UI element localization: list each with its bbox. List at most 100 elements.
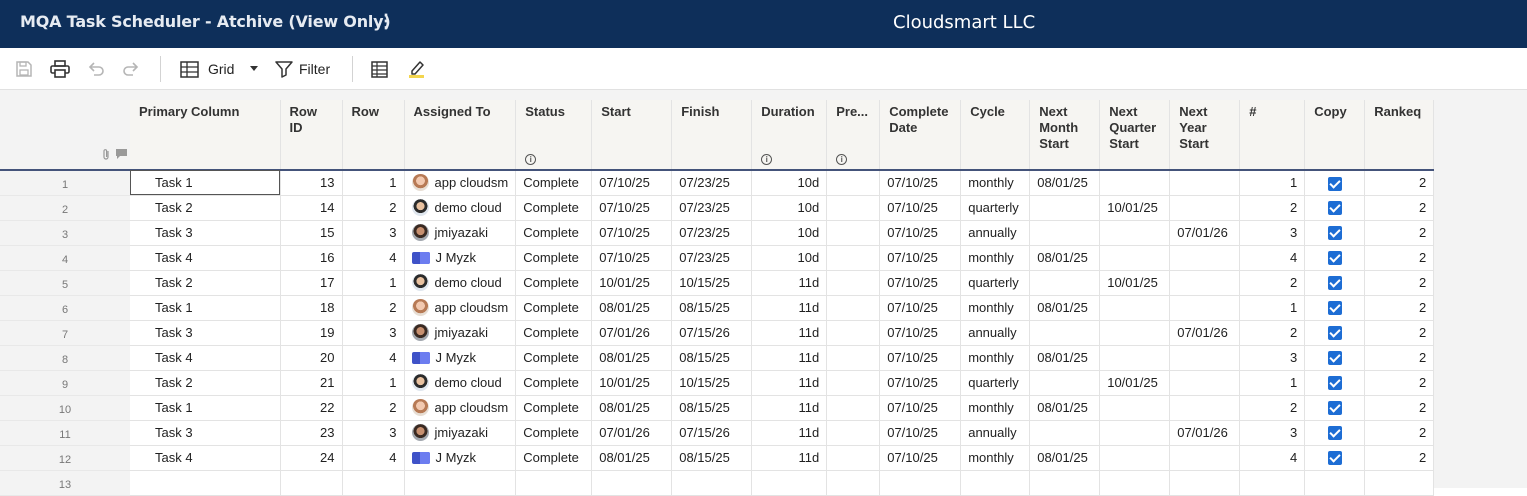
cell-row[interactable]: 1 bbox=[342, 370, 405, 396]
cell-cycle[interactable]: annually bbox=[960, 420, 1031, 446]
filter-button[interactable]: Filter bbox=[275, 58, 330, 80]
cell-nq[interactable] bbox=[1099, 220, 1171, 246]
cell-nm[interactable]: 08/01/25 bbox=[1029, 345, 1101, 371]
cell-ny[interactable] bbox=[1169, 245, 1241, 271]
cell-ny[interactable] bbox=[1169, 370, 1241, 396]
checkbox-checked-icon[interactable] bbox=[1327, 301, 1342, 316]
cell-start[interactable]: 08/01/25 bbox=[591, 395, 673, 421]
cell-assigned[interactable]: app cloudsm bbox=[404, 395, 517, 421]
cell-hash[interactable]: 2 bbox=[1239, 395, 1306, 421]
empty-row[interactable]: 13 bbox=[0, 470, 1435, 496]
cell-task[interactable]: Task 3 bbox=[130, 220, 281, 246]
cell-nq[interactable]: 10/01/25 bbox=[1099, 195, 1171, 221]
checkbox-checked-icon[interactable] bbox=[1327, 376, 1342, 391]
cell-status[interactable]: Complete bbox=[515, 195, 593, 221]
empty-cell[interactable] bbox=[130, 470, 281, 496]
cell-finish[interactable]: 07/15/26 bbox=[671, 320, 753, 346]
empty-cell[interactable] bbox=[751, 470, 828, 496]
cell-assigned[interactable]: demo cloud bbox=[404, 270, 517, 296]
more-options-icon[interactable]: ⋮ bbox=[377, 11, 395, 32]
cell-assigned[interactable]: demo cloud bbox=[404, 195, 517, 221]
cell-duration[interactable]: 11d bbox=[751, 320, 828, 346]
cell-finish[interactable]: 07/23/25 bbox=[671, 170, 753, 196]
cell-nq[interactable] bbox=[1099, 445, 1171, 471]
cell-assigned[interactable]: demo cloud bbox=[404, 370, 517, 396]
empty-cell[interactable] bbox=[1364, 470, 1435, 496]
cell-duration[interactable]: 11d bbox=[751, 370, 828, 396]
cell-cycle[interactable]: monthly bbox=[960, 170, 1031, 196]
save-icon[interactable] bbox=[15, 58, 33, 80]
cell-start[interactable]: 07/10/25 bbox=[591, 220, 673, 246]
cell-row-id[interactable]: 14 bbox=[280, 195, 343, 221]
column-header-duration[interactable]: Duration i bbox=[751, 100, 828, 171]
column-header-rankeq[interactable]: Rankeq bbox=[1364, 100, 1435, 171]
cell-assigned[interactable]: jmiyazaki bbox=[404, 220, 517, 246]
cell-pre[interactable] bbox=[826, 445, 881, 471]
cell-nq[interactable] bbox=[1099, 395, 1171, 421]
cell-pre[interactable] bbox=[826, 370, 881, 396]
cell-complete[interactable]: 07/10/25 bbox=[879, 245, 962, 271]
cell-assigned[interactable]: jmiyazaki bbox=[404, 420, 517, 446]
cell-start[interactable]: 07/01/26 bbox=[591, 420, 673, 446]
column-header-start[interactable]: Start bbox=[591, 100, 673, 171]
info-icon[interactable]: i bbox=[761, 154, 773, 165]
cell-duration[interactable]: 11d bbox=[751, 270, 828, 296]
table-row[interactable]: 6 Task 1 18 2 app cloudsm Complete 08/01/25 08/… bbox=[0, 295, 1435, 321]
cell-task[interactable]: Task 1 bbox=[130, 395, 281, 421]
row-number[interactable]: 11 bbox=[0, 420, 130, 446]
cell-task[interactable]: Task 3 bbox=[130, 420, 281, 446]
cell-nm[interactable] bbox=[1029, 320, 1101, 346]
cell-status[interactable]: Complete bbox=[515, 420, 593, 446]
checkbox-checked-icon[interactable] bbox=[1327, 226, 1342, 241]
cell-status[interactable]: Complete bbox=[515, 270, 593, 296]
row-number[interactable]: 13 bbox=[0, 470, 130, 496]
cell-pre[interactable] bbox=[826, 395, 881, 421]
cell-pre[interactable] bbox=[826, 170, 881, 196]
row-number[interactable]: 8 bbox=[0, 345, 130, 371]
checkbox-checked-icon[interactable] bbox=[1327, 251, 1342, 266]
cell-row-id[interactable]: 23 bbox=[280, 420, 343, 446]
cell-row[interactable]: 2 bbox=[342, 295, 405, 321]
cell-row[interactable]: 2 bbox=[342, 195, 405, 221]
cell-pre[interactable] bbox=[826, 420, 881, 446]
cell-pre[interactable] bbox=[826, 345, 881, 371]
cell-row-id[interactable]: 16 bbox=[280, 245, 343, 271]
column-header-primary-column[interactable]: Primary Column bbox=[130, 100, 281, 171]
cell-hash[interactable]: 3 bbox=[1239, 420, 1306, 446]
cell-status[interactable]: Complete bbox=[515, 220, 593, 246]
cell-nm[interactable]: 08/01/25 bbox=[1029, 295, 1101, 321]
cell-nm[interactable] bbox=[1029, 420, 1101, 446]
cell-rankeq[interactable]: 2 bbox=[1364, 245, 1435, 271]
cell-row-id[interactable]: 19 bbox=[280, 320, 343, 346]
cell-ny[interactable] bbox=[1169, 445, 1241, 471]
empty-cell[interactable] bbox=[826, 470, 881, 496]
cell-rankeq[interactable]: 2 bbox=[1364, 320, 1435, 346]
undo-icon[interactable] bbox=[87, 58, 105, 80]
row-number[interactable]: 7 bbox=[0, 320, 130, 346]
cell-cycle[interactable]: monthly bbox=[960, 345, 1031, 371]
cell-rankeq[interactable]: 2 bbox=[1364, 270, 1435, 296]
cell-nm[interactable]: 08/01/25 bbox=[1029, 245, 1101, 271]
empty-cell[interactable] bbox=[960, 470, 1031, 496]
cell-finish[interactable]: 07/23/25 bbox=[671, 195, 753, 221]
cell-hash[interactable]: 4 bbox=[1239, 445, 1306, 471]
cell-row[interactable]: 1 bbox=[342, 270, 405, 296]
table-row[interactable]: 11 Task 3 23 3 jmiyazaki Complete 07/01/26 07/1… bbox=[0, 420, 1435, 446]
cell-status[interactable]: Complete bbox=[515, 170, 593, 196]
cell-task[interactable]: Task 4 bbox=[130, 445, 281, 471]
checkbox-checked-icon[interactable] bbox=[1327, 351, 1342, 366]
cell-row[interactable]: 2 bbox=[342, 395, 405, 421]
column-header-cycle[interactable]: Cycle bbox=[960, 100, 1031, 171]
column-header-copy[interactable]: Copy bbox=[1304, 100, 1366, 171]
row-number[interactable]: 5 bbox=[0, 270, 130, 296]
cell-nq[interactable]: 10/01/25 bbox=[1099, 270, 1171, 296]
cell-duration[interactable]: 10d bbox=[751, 195, 828, 221]
cell-duration[interactable]: 11d bbox=[751, 295, 828, 321]
cell-rankeq[interactable]: 2 bbox=[1364, 295, 1435, 321]
copy-checkbox-cell[interactable] bbox=[1304, 245, 1366, 271]
cell-ny[interactable]: 07/01/26 bbox=[1169, 320, 1241, 346]
cell-ny[interactable] bbox=[1169, 195, 1241, 221]
cell-duration[interactable]: 11d bbox=[751, 445, 828, 471]
cell-cycle[interactable]: monthly bbox=[960, 245, 1031, 271]
cell-row-id[interactable]: 17 bbox=[280, 270, 343, 296]
